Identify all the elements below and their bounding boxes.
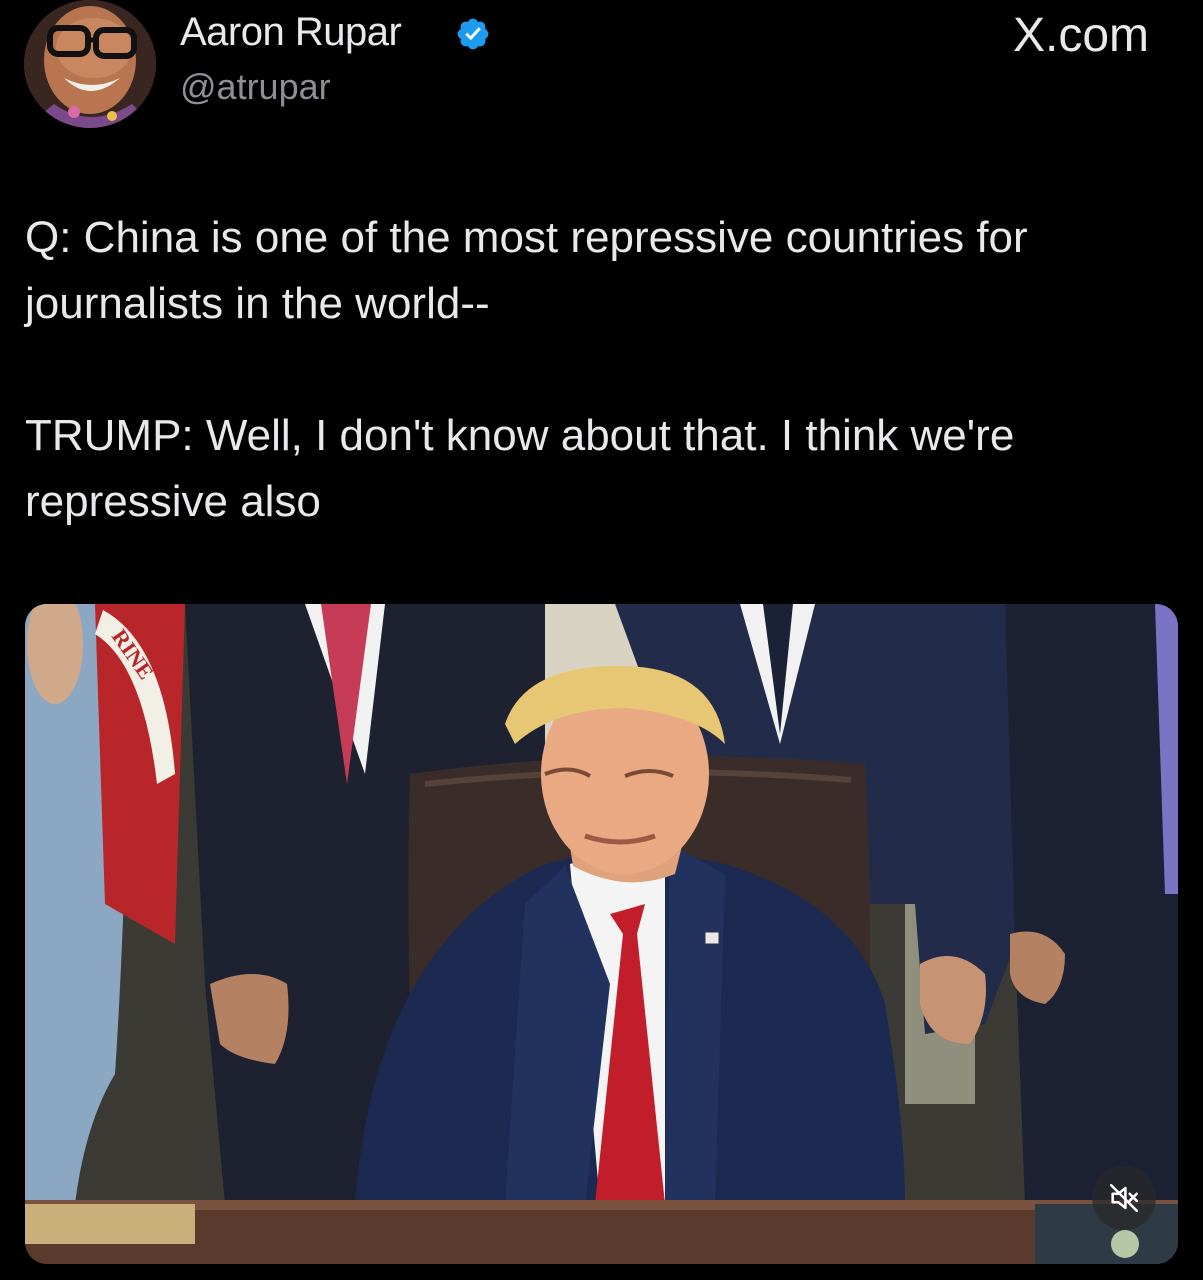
tweet-text: Q: China is one of the most repressive c…	[25, 205, 1185, 535]
avatar-photo	[24, 0, 156, 128]
answer-text: TRUMP: Well, I don't know about that. I …	[25, 411, 1015, 526]
question-text: Q: China is one of the most repressive c…	[25, 213, 1028, 328]
muted-speaker-icon	[1109, 1183, 1139, 1213]
display-name[interactable]: Aaron Rupar	[180, 10, 402, 55]
user-handle[interactable]: @atrupar	[180, 66, 331, 108]
verified-badge-icon	[457, 18, 489, 50]
tweet-screenshot: Aaron Rupar @atrupar X.com Q: China is o…	[0, 0, 1203, 1280]
video-frame: RINE	[25, 604, 1178, 1264]
avatar[interactable]	[24, 0, 156, 128]
video-player[interactable]: RINE	[25, 604, 1178, 1264]
mute-button[interactable]	[1092, 1166, 1156, 1230]
site-label: X.com	[1012, 9, 1149, 62]
